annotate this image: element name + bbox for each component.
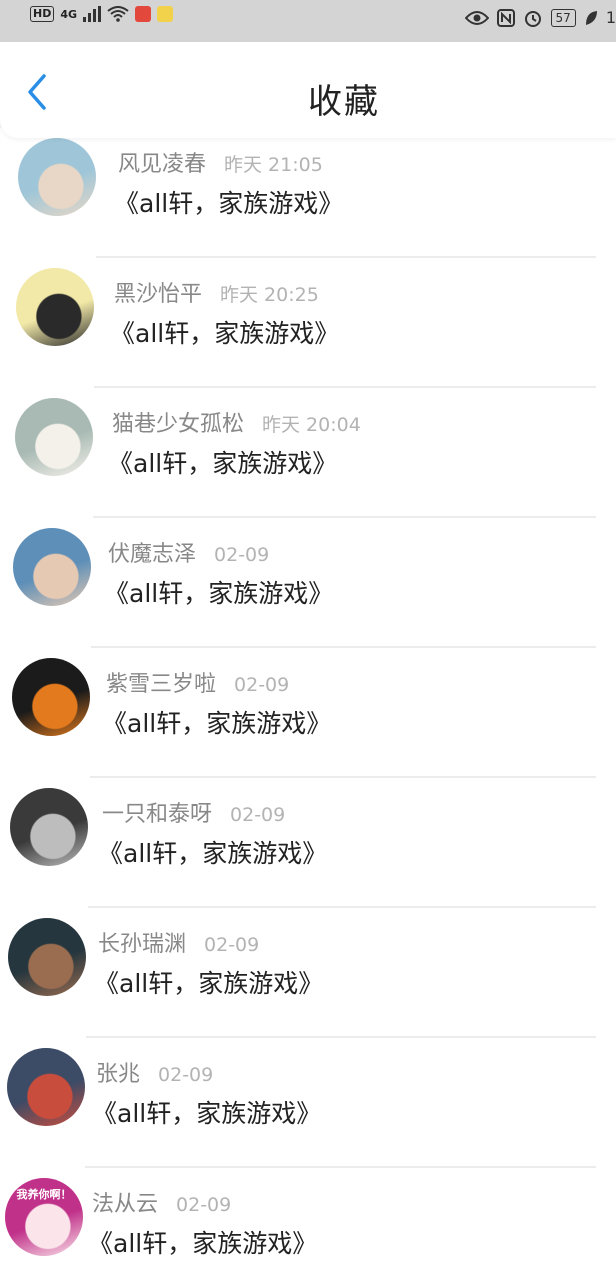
wifi-icon: [107, 6, 129, 22]
avatar[interactable]: [13, 528, 91, 606]
notification-app-icon-red: [135, 6, 152, 22]
avatar[interactable]: [7, 1048, 85, 1126]
timestamp: 02-09: [158, 1064, 214, 1086]
timestamp: 02-09: [214, 544, 270, 566]
phone-screen: HD 4G 57 1 收藏 风见凌春 昨天 21:05 《all轩，家族游戏》 …: [0, 0, 616, 1280]
avatar[interactable]: [15, 398, 93, 476]
avatar[interactable]: [12, 658, 90, 736]
signal-icon: [83, 6, 102, 22]
alarm-icon: [524, 10, 541, 27]
timestamp: 昨天 21:05: [224, 154, 323, 176]
user-name[interactable]: 猫巷少女孤松: [112, 406, 244, 438]
name-row: 黑沙怡平 昨天 20:25: [114, 276, 319, 308]
favorite-message[interactable]: 《all轩，家族游戏》: [94, 964, 323, 1000]
name-row: 一只和泰呀 02-09: [102, 796, 285, 828]
name-row: 风见凌春 昨天 21:05: [118, 146, 323, 178]
notification-app-icon-yellow: [157, 6, 174, 22]
name-row: 猫巷少女孤松 昨天 20:04: [112, 406, 361, 438]
hd-indicator: HD: [30, 6, 55, 22]
timestamp: 02-09: [204, 934, 260, 956]
battery-level: 57: [550, 8, 576, 27]
name-row: 法从云 02-09: [92, 1186, 231, 1218]
favorite-item[interactable]: 伏魔志泽 02-09 《all轩，家族游戏》: [0, 518, 616, 648]
status-bar: HD 4G 57 1: [0, 0, 616, 44]
favorite-item[interactable]: 风见凌春 昨天 21:05 《all轩，家族游戏》: [0, 128, 616, 258]
favorite-message[interactable]: 《all轩，家族游戏》: [108, 444, 337, 480]
favorite-item[interactable]: 紫雪三岁啦 02-09 《all轩，家族游戏》: [0, 648, 616, 778]
user-name[interactable]: 伏魔志泽: [108, 536, 196, 568]
favorite-item[interactable]: 我养你啊！ 法从云 02-09 《all轩，家族游戏》: [0, 1168, 616, 1280]
status-trailing-text: 1: [605, 8, 616, 27]
user-name[interactable]: 紫雪三岁啦: [106, 666, 216, 698]
page-header: 收藏: [0, 42, 616, 138]
user-name[interactable]: 长孙瑞渊: [98, 926, 186, 958]
leaf-icon: [585, 10, 597, 25]
user-name[interactable]: 法从云: [92, 1186, 158, 1218]
favorites-list: 风见凌春 昨天 21:05 《all轩，家族游戏》 黑沙怡平 昨天 20:25 《all轩…: [0, 128, 616, 1280]
timestamp: 02-09: [234, 674, 290, 696]
user-name[interactable]: 黑沙怡平: [114, 276, 202, 308]
avatar[interactable]: 我养你啊！: [5, 1178, 83, 1256]
avatar[interactable]: [16, 268, 94, 346]
favorite-item[interactable]: 黑沙怡平 昨天 20:25 《all轩，家族游戏》: [0, 258, 616, 388]
timestamp: 02-09: [176, 1194, 232, 1216]
user-name[interactable]: 张兆: [96, 1056, 140, 1088]
network-type: 4G: [60, 7, 78, 21]
user-name[interactable]: 一只和泰呀: [102, 796, 212, 828]
timestamp: 02-09: [230, 804, 286, 826]
avatar[interactable]: [10, 788, 88, 866]
favorite-message[interactable]: 《all轩，家族游戏》: [98, 834, 327, 870]
timestamp: 昨天 20:25: [220, 284, 319, 306]
favorite-message[interactable]: 《all轩，家族游戏》: [92, 1094, 321, 1130]
user-name[interactable]: 风见凌春: [118, 146, 206, 178]
name-row: 伏魔志泽 02-09: [108, 536, 269, 568]
favorite-message[interactable]: 《all轩，家族游戏》: [104, 574, 333, 610]
status-bar-left: HD 4G: [30, 6, 174, 22]
name-row: 张兆 02-09: [96, 1056, 213, 1088]
nfc-icon: [496, 8, 515, 27]
eye-icon: [464, 10, 489, 25]
favorite-item[interactable]: 一只和泰呀 02-09 《all轩，家族游戏》: [0, 778, 616, 908]
avatar-badge-text: 我养你啊！: [16, 1188, 72, 1201]
avatar[interactable]: [8, 918, 86, 996]
status-bar-right: 57 1: [464, 8, 616, 27]
favorite-item[interactable]: 张兆 02-09 《all轩，家族游戏》: [0, 1038, 616, 1168]
favorite-message[interactable]: 《all轩，家族游戏》: [110, 314, 339, 350]
name-row: 紫雪三岁啦 02-09: [106, 666, 289, 698]
page-title: 收藏: [308, 82, 380, 122]
timestamp: 昨天 20:04: [262, 414, 361, 436]
name-row: 长孙瑞渊 02-09: [98, 926, 259, 958]
avatar[interactable]: [18, 138, 96, 216]
favorite-message[interactable]: 《all轩，家族游戏》: [88, 1224, 317, 1260]
favorite-message[interactable]: 《all轩，家族游戏》: [114, 184, 343, 220]
favorite-item[interactable]: 猫巷少女孤松 昨天 20:04 《all轩，家族游戏》: [0, 388, 616, 518]
favorite-item[interactable]: 长孙瑞渊 02-09 《all轩，家族游戏》: [0, 908, 616, 1038]
favorite-message[interactable]: 《all轩，家族游戏》: [102, 704, 331, 740]
